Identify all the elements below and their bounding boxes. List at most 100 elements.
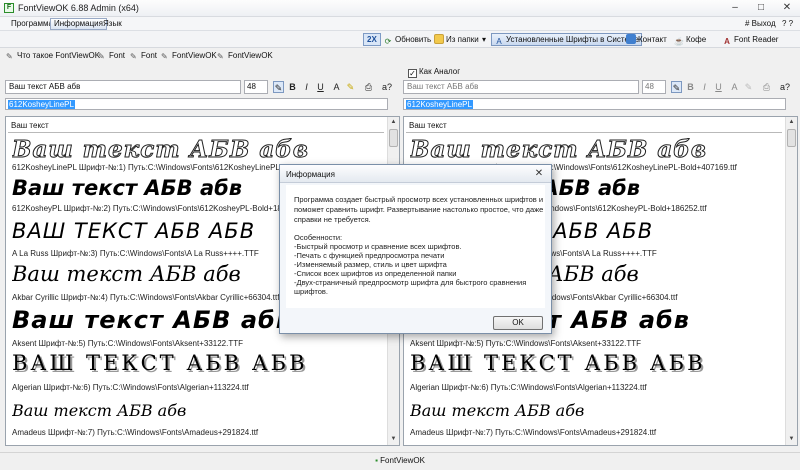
quicklink-what-is[interactable]: ✎ Что такое FontViewOK [6,51,100,61]
font-sample: Ваш текст АБВ абв [12,176,243,200]
left-font-name-input[interactable]: 612KosheyLinePL [5,98,388,110]
menu-information[interactable]: Информация [50,18,107,30]
close-window-button[interactable]: ✕ [774,0,800,16]
title-bar: F FontViewOK 6.88 Admin (x64) – □ ✕ [0,0,800,17]
app-icon: F [4,3,14,13]
font-sample: ВАШ ТЕКСТ АБВ АБВ [410,351,706,375]
font-reader-button[interactable]: A Font Reader [720,33,780,46]
analog-checkbox-row[interactable]: ✓ Как Аналог [408,67,460,78]
font-caption: 612KosheyPL Шрифт-№:2) Путь:C:\Windows\F… [12,204,309,213]
menu-bar: Программа Информация Язык # Выход ? ? [0,17,800,31]
toolbar: 2X ⟳ Обновить Из папки ▾ A Установленные Ш… [0,31,800,48]
dialog-text-line: поможет сравнить шрифт. Развертывание на… [294,205,544,214]
menu-language[interactable]: Язык [100,18,125,30]
font-caption: A La Russ Шрифт-№:3) Путь:C:\Windows\Fon… [12,249,259,258]
left-print-icon[interactable]: ⎙ [363,81,374,93]
font-reader-label: Font Reader [734,35,779,44]
contact-button[interactable]: Контакт [624,33,669,46]
font-sample: Ваш текст АБВ абв [410,401,585,420]
right-print-icon[interactable]: ⎙ [761,81,772,93]
dialog-close-icon[interactable]: ✕ [532,167,546,180]
scroll-down-icon[interactable]: ▼ [388,434,399,445]
quicklink-fontviewok-1[interactable]: ✎ FontViewOK [161,51,217,61]
quick-links-bar: ✎ Что такое FontViewOK ✎ Font ✎ Font ✎ FontV… [0,48,800,64]
font-sample: Ваш текст АБВ абв [410,136,708,164]
left-font-name-value: 612KosheyLinePL [8,100,75,109]
right-bold-button[interactable]: B [685,81,696,93]
scroll-thumb[interactable] [389,129,398,147]
dialog-body: Программа создает быстрый просмотр всех … [286,185,545,308]
installed-fonts-label: Установленные Шрифты в Системе [506,35,639,44]
refresh-icon: ⟳ [384,37,392,46]
right-help-icon[interactable]: a? [777,81,793,93]
dialog-text-line: Особенности: [294,233,343,242]
right-italic-button[interactable]: I [699,81,710,93]
left-underline-button[interactable]: U [315,81,326,93]
left-help-icon[interactable]: a? [379,81,395,93]
font-caption: Aksent Шрифт-№:5) Путь:C:\Windows\Fonts\… [410,339,641,348]
font-sample: Ваш текст АБВ абв [12,262,241,286]
dialog-text-line: справки не требуется. [294,215,371,224]
right-underline-button[interactable]: U [713,81,724,93]
link-icon: ✎ [161,52,168,61]
dropdown-arrow-button[interactable]: ▾ [480,33,488,46]
list-item[interactable]: Ваш текст АБВ абв Amadeus Шрифт-№:7) Пут… [410,397,782,443]
link-icon: ✎ [6,52,13,61]
status-label: FontViewOK [380,456,425,465]
scroll-down-icon[interactable]: ▼ [786,434,797,445]
left-size-input[interactable]: 48 [244,80,268,94]
refresh-label: Обновить [395,35,432,44]
link-icon: ✎ [98,52,105,61]
font-caption: Aksent Шрифт-№:5) Путь:C:\Windows\Fonts\… [12,339,243,348]
scroll-up-icon[interactable]: ▲ [786,117,797,128]
right-sample-text-input[interactable]: Ваш текст АБВ абв [403,80,639,94]
analog-checkbox[interactable]: ✓ [408,69,417,78]
right-highlight-icon[interactable]: ✎ [743,81,754,93]
quicklink-fontviewok-2[interactable]: ✎ FontViewOK [217,51,273,61]
right-size-input[interactable]: 48 [642,80,666,94]
installed-fonts-button[interactable]: A Установленные Шрифты в Системе [491,33,642,46]
left-sample-text-input[interactable]: Ваш текст АБВ абв [5,80,241,94]
right-pen-icon[interactable]: ✎ [671,81,682,93]
list-item[interactable]: ВАШ ТЕКСТ АБВ АБВ Algerian Шрифт-№:6) Пу… [12,351,384,395]
quicklink-font-1[interactable]: ✎ Font [98,51,125,61]
ok-button[interactable]: OK [493,316,543,330]
from-folder-button[interactable]: Из папки [432,33,481,46]
folder-icon [434,34,444,44]
list-item[interactable]: Ваш текст АБВ абв Amadeus Шрифт-№:7) Пут… [12,397,384,443]
font-caption: Amadeus Шрифт-№:7) Путь:C:\Windows\Fonts… [410,428,657,437]
status-bar: ▪ FontViewOK [0,452,800,470]
quicklink-font-2[interactable]: ✎ Font [130,51,157,61]
menu-help[interactable]: ? ? [782,19,793,28]
left-italic-button[interactable]: I [301,81,312,93]
coffee-button[interactable]: ☕ Кофе [672,33,708,46]
maximize-button[interactable]: □ [748,0,774,16]
dialog-text-line: Программа создает быстрый просмотр всех … [294,195,544,204]
dialog-text-line: -Печать с функцией предпросмотра печати [294,251,445,260]
link-icon: ✎ [130,52,137,61]
zoom-2x-button[interactable]: 2X [363,33,381,46]
menu-program[interactable]: Программа [8,18,56,30]
scroll-thumb[interactable] [787,129,796,147]
menu-exit[interactable]: # Выход [745,19,776,28]
right-font-name-value: 612KosheyLinePL [406,100,473,109]
refresh-button[interactable]: ⟳ Обновить [381,33,433,46]
font-sample: ВАШ ТЕКСТ АБВ АБВ [12,219,256,243]
font-caption: Algerian Шрифт-№:6) Путь:C:\Windows\Font… [410,383,647,392]
status-icon: ▪ [375,456,378,465]
left-highlight-icon[interactable]: ✎ [345,81,356,93]
left-list-header: Ваш текст [8,119,384,133]
left-pen-icon[interactable]: ✎ [273,81,284,93]
scroll-up-icon[interactable]: ▲ [388,117,399,128]
right-scrollbar[interactable]: ▲ ▼ [785,117,797,445]
right-font-color-icon[interactable]: A [729,81,740,93]
dialog-text-line: -Быстрый просмотр и сравнение всех шрифт… [294,242,462,251]
window-title: FontViewOK 6.88 Admin (x64) [18,3,139,13]
coffee-label: Кофе [686,35,707,44]
left-font-color-icon[interactable]: A [331,81,342,93]
right-font-name-input[interactable]: 612KosheyLinePL [403,98,786,110]
list-item[interactable]: ВАШ ТЕКСТ АБВ АБВ Algerian Шрифт-№:6) Пу… [410,351,782,395]
left-bold-button[interactable]: B [287,81,298,93]
from-folder-label: Из папки [446,35,479,44]
minimize-button[interactable]: – [722,0,748,16]
